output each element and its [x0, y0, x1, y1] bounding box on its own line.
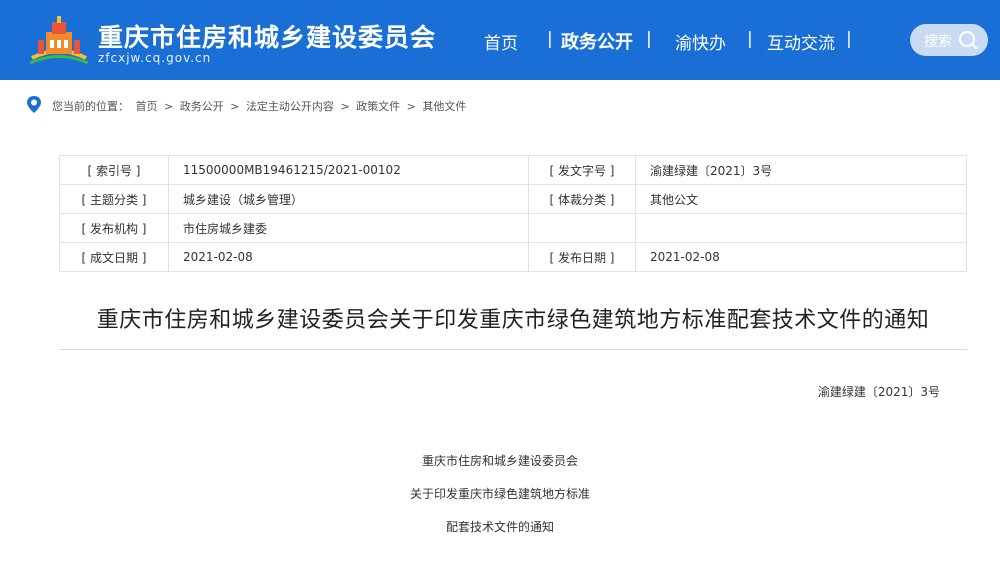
- breadcrumb-item-home[interactable]: 首页: [136, 100, 158, 113]
- document-number: 渝建绿建〔2021〕3号: [817, 385, 940, 399]
- site-title[interactable]: 重庆市住房和城乡建设委员会: [98, 18, 436, 54]
- nav-separator: |: [846, 29, 852, 49]
- nav-yukuaiban[interactable]: 渝快办: [675, 29, 726, 54]
- heading-line: 配套技术文件的通知: [445, 520, 554, 534]
- published-date-label: [ 发布日期 ]: [528, 242, 636, 272]
- breadcrumb-separator: >: [406, 100, 416, 113]
- table-row: [ 索引号 ] 11500000MB19461215/2021-00102 [ …: [59, 155, 967, 185]
- table-row: [ 成文日期 ] 2021-02-08 [ 发布日期 ] 2021-02-08: [59, 242, 967, 272]
- search-label: 搜索: [924, 34, 952, 50]
- nav-home[interactable]: 首页: [484, 29, 518, 54]
- search-button[interactable]: 搜索: [910, 24, 988, 56]
- location-pin-icon: [27, 96, 41, 113]
- table-row: [ 发布机构 ] 市住房城乡建委: [59, 213, 967, 243]
- site-header: 重庆市住房和城乡建设委员会 zfcxjw.cq.gov.cn 首页 | 政务公开…: [0, 0, 1000, 80]
- index-no-value: 11500000MB19461215/2021-00102: [168, 155, 529, 185]
- nav-separator: |: [547, 29, 553, 49]
- genre-value: 其他公文: [635, 184, 967, 214]
- empty-cell: [528, 213, 636, 243]
- written-date-value: 2021-02-08: [168, 242, 529, 272]
- doc-no-label: [ 发文字号 ]: [528, 155, 636, 185]
- breadcrumb-separator: >: [340, 100, 350, 113]
- heading-line: 重庆市住房和城乡建设委员会: [421, 454, 578, 468]
- breadcrumb-separator: >: [164, 100, 174, 113]
- breadcrumb-item-policy-docs[interactable]: 政策文件: [356, 100, 400, 113]
- index-no-label: [ 索引号 ]: [59, 155, 169, 185]
- nav-separator: |: [646, 29, 652, 49]
- nav-interaction[interactable]: 互动交流: [767, 29, 835, 54]
- issuer-label: [ 发布机构 ]: [59, 213, 169, 243]
- published-date-value: 2021-02-08: [635, 242, 967, 272]
- breadcrumb-item-statutory[interactable]: 法定主动公开内容: [246, 100, 334, 113]
- genre-label: [ 体裁分类 ]: [528, 184, 636, 214]
- logo-icon[interactable]: [28, 14, 90, 66]
- site-domain: zfcxjw.cq.gov.cn: [98, 51, 212, 65]
- search-icon: [959, 31, 978, 50]
- nav-separator: |: [747, 29, 753, 49]
- document-meta-table: [ 索引号 ] 11500000MB19461215/2021-00102 [ …: [59, 155, 967, 272]
- title-divider: [59, 349, 967, 350]
- heading-line: 关于印发重庆市绿色建筑地方标准: [409, 487, 590, 501]
- breadcrumb-prefix: 您当前的位置：: [52, 100, 129, 113]
- written-date-label: [ 成文日期 ]: [59, 242, 169, 272]
- doc-no-value: 渝建绿建〔2021〕3号: [635, 155, 967, 185]
- topic-value: 城乡建设（城乡管理）: [168, 184, 529, 214]
- document-title: 重庆市住房和城乡建设委员会关于印发重庆市绿色建筑地方标准配套技术文件的通知: [96, 308, 930, 333]
- empty-cell: [635, 213, 967, 243]
- breadcrumb-separator: >: [230, 100, 240, 113]
- breadcrumb-item-gov-affairs[interactable]: 政务公开: [180, 100, 224, 113]
- breadcrumb-item-other-docs[interactable]: 其他文件: [422, 100, 466, 113]
- issuer-value: 市住房城乡建委: [168, 213, 529, 243]
- topic-label: [ 主题分类 ]: [59, 184, 169, 214]
- table-row: [ 主题分类 ] 城乡建设（城乡管理） [ 体裁分类 ] 其他公文: [59, 184, 967, 214]
- nav-gov-affairs[interactable]: 政务公开: [561, 28, 633, 54]
